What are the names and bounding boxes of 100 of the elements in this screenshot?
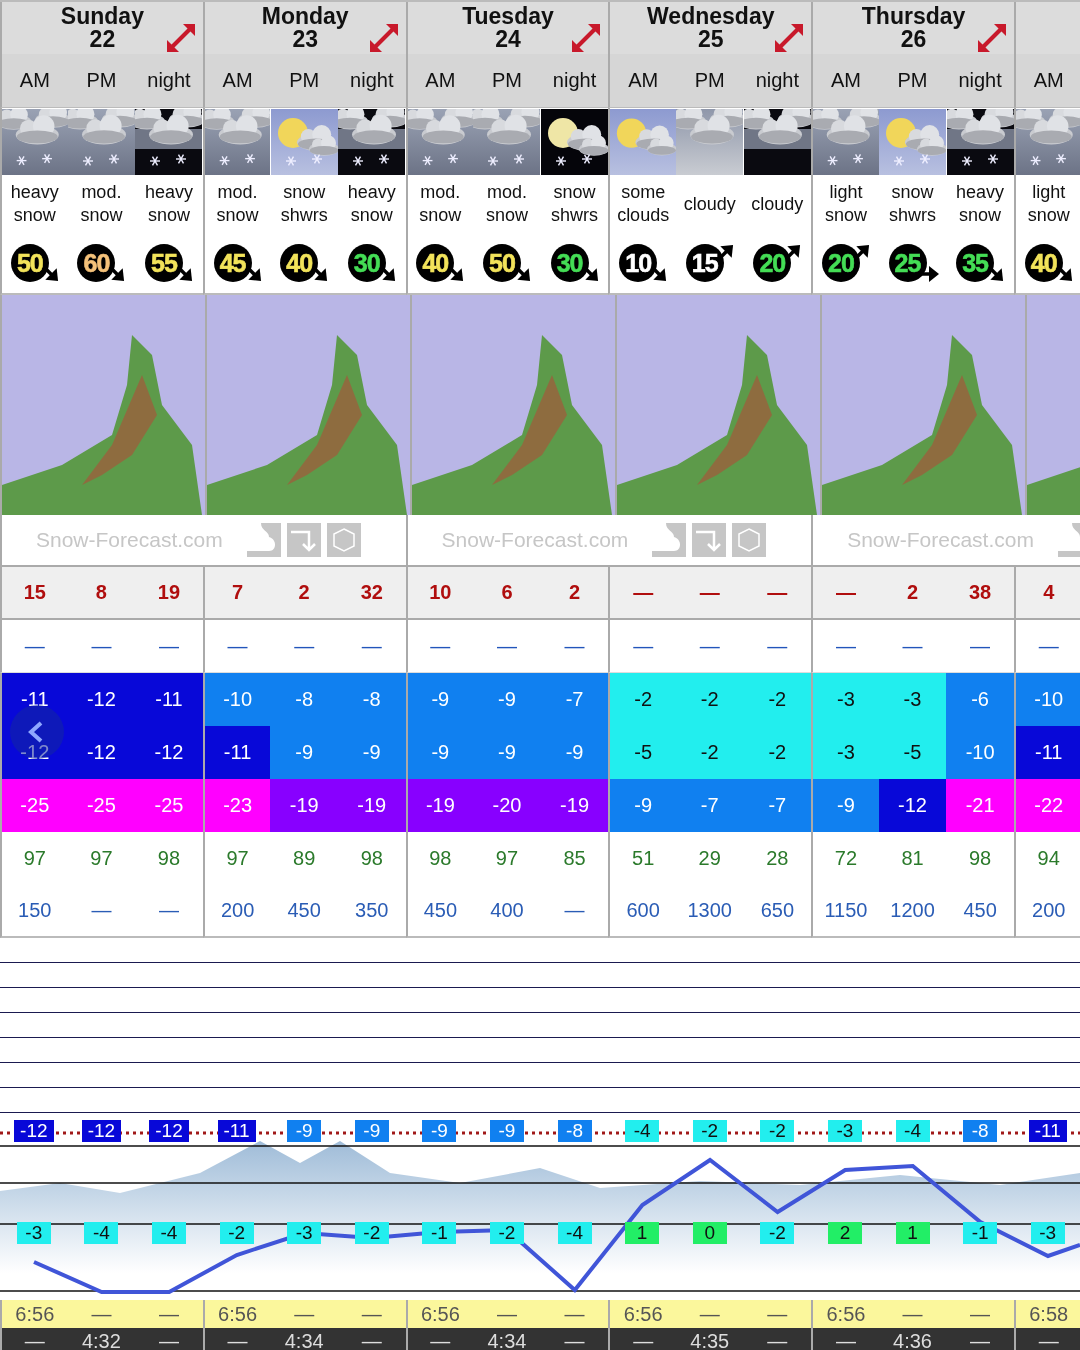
temperature-tag: -11: [1028, 1120, 1067, 1142]
sunrise-time: 6:58: [1013, 1300, 1080, 1328]
wind-speed: 20: [759, 253, 786, 273]
snowfall-value: 8: [67, 567, 136, 620]
temperature-cell: -2: [608, 673, 676, 726]
temperature-tag: -9: [422, 1120, 457, 1142]
snowfall-value: 2: [540, 567, 609, 620]
temperature-tag: -2: [760, 1222, 795, 1244]
period-label: night: [743, 54, 812, 108]
sunset-time: —: [202, 1328, 271, 1350]
wind-speed: 15: [691, 253, 718, 273]
temperature-cell: -9: [270, 726, 338, 779]
wind-speed: 50: [16, 253, 43, 273]
freezing-level: 450: [946, 885, 1014, 938]
temperature-tag: 1: [895, 1222, 930, 1244]
freezing-level: —: [67, 885, 136, 938]
snowfall-value: 38: [946, 567, 1014, 620]
temperature-tag: -8: [963, 1120, 998, 1142]
temperature-cell: -25: [67, 779, 136, 832]
sunrise-time: —: [540, 1300, 609, 1328]
temperature-tag: -12: [149, 1120, 189, 1142]
wind-speed: 40: [286, 253, 313, 273]
freezing-level: 200: [1013, 885, 1080, 938]
temperature-tag: -2: [489, 1222, 524, 1244]
sunset-time: 4:35: [675, 1328, 744, 1350]
wind-speed: 30: [353, 253, 380, 273]
temperature-cell: -12: [67, 673, 136, 726]
humidity-value: 98: [405, 832, 474, 885]
wind-speed: 45: [219, 253, 246, 273]
temperature-cell: -3: [811, 726, 879, 779]
temperature-cell: -2: [743, 726, 812, 779]
temperature-cell: -12: [135, 726, 203, 779]
humidity-value: 85: [562, 846, 587, 871]
sunset-time: 4:34: [473, 1328, 541, 1350]
freezing-level: 1150: [811, 885, 879, 938]
day-date: 24: [495, 28, 521, 51]
temperature-tag: -3: [1030, 1222, 1065, 1244]
sunset-time: —: [337, 1328, 406, 1350]
temperature-cell: -2: [675, 726, 744, 779]
temperature-cell: -19: [337, 779, 406, 832]
temperature-tag: 1: [625, 1222, 660, 1244]
temperature-cell: -2: [743, 673, 812, 726]
freezing-level: 450: [270, 885, 338, 938]
expand-icon[interactable]: [570, 22, 603, 54]
sunrise-time: —: [946, 1300, 1014, 1328]
sunset-time: 4:36: [878, 1328, 947, 1350]
sunset-time: —: [540, 1328, 609, 1350]
temperature-cell: -7: [743, 779, 812, 832]
back-button[interactable]: [10, 705, 64, 759]
wind-speed: 20: [828, 253, 854, 273]
expand-icon[interactable]: [773, 22, 806, 54]
temperature-tag: -2: [692, 1120, 727, 1142]
freezing-level: 1300: [675, 885, 744, 938]
temperature-cell: -20: [473, 779, 541, 832]
weather-summary: some clouds: [608, 175, 676, 233]
expand-icon[interactable]: [367, 22, 400, 54]
sunrise-time: 6:56: [0, 1300, 68, 1328]
temperature-cell: -19: [540, 779, 609, 832]
temperature-cell: -11: [202, 726, 271, 779]
day-date: 25: [698, 28, 724, 51]
temperature-cell: -11: [135, 673, 203, 726]
temperature-tag: -8: [557, 1120, 592, 1142]
sunset-time: 4:32: [67, 1328, 136, 1350]
temperature-tag: -4: [84, 1222, 119, 1244]
temperature-cell: -9: [337, 726, 406, 779]
cloud-icon[interactable]: [246, 523, 281, 557]
temperature-tag: -3: [287, 1222, 322, 1244]
cloud-icon[interactable]: [652, 523, 687, 557]
expand-icon[interactable]: [164, 22, 197, 54]
humidity-value: 29: [697, 846, 722, 871]
temperature-tag: 2: [827, 1222, 862, 1244]
day-date: 26: [900, 28, 927, 51]
freezing-level: 600: [608, 885, 676, 938]
expand-icon[interactable]: [976, 22, 1008, 54]
temperature-tag: -1: [963, 1222, 998, 1244]
freezing-level: —: [135, 885, 203, 938]
wind-speed: 60: [83, 253, 110, 273]
sunrise-time: —: [135, 1300, 203, 1328]
temperature-cell: -9: [473, 726, 541, 779]
freezing-level: 350: [337, 885, 406, 938]
period-label: PM: [270, 54, 338, 108]
sunrise-time: —: [743, 1300, 812, 1328]
sunrise-time: 6:56: [405, 1300, 474, 1328]
temperature-tag: 0: [692, 1222, 727, 1244]
temperature-cell: -3: [811, 673, 879, 726]
arrow-down-icon[interactable]: [286, 523, 321, 557]
freezing-level: 1200: [878, 885, 947, 938]
wind-speed: 10: [625, 253, 652, 273]
period-label: AM: [1013, 54, 1080, 108]
temperature-cell: -25: [0, 779, 68, 832]
period-label: AM: [405, 54, 474, 108]
day-date: 22: [89, 28, 116, 51]
weather-summary: cloudy: [750, 192, 805, 216]
temperature-cell: -21: [946, 779, 1014, 832]
temperature-cell: -7: [675, 779, 744, 832]
temperature-tag: -3: [827, 1120, 862, 1142]
weather-summary: mod. snow: [484, 181, 529, 227]
snowfall-value: 15: [0, 567, 68, 620]
arrow-down-icon[interactable]: [692, 523, 727, 557]
sunrise-time: —: [270, 1300, 338, 1328]
